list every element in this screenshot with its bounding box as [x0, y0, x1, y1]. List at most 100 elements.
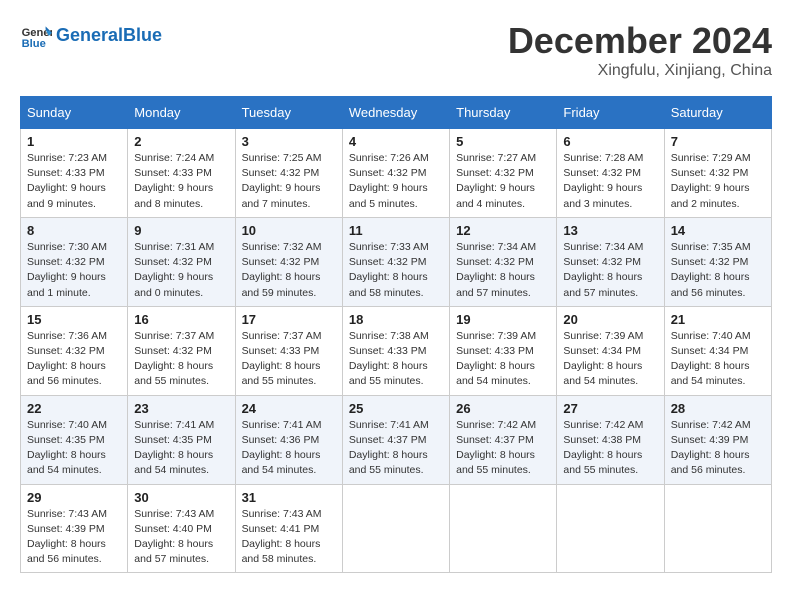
- calendar-cell: 14 Sunrise: 7:35 AMSunset: 4:32 PMDayligh…: [664, 217, 771, 306]
- day-number: 5: [456, 134, 550, 149]
- day-info: Sunrise: 7:36 AMSunset: 4:32 PMDaylight:…: [27, 329, 121, 390]
- calendar-cell: 21Sunrise: 7:40 AMSunset: 4:34 PMDayligh…: [664, 306, 771, 395]
- month-title: December 2024: [508, 20, 772, 62]
- day-number: 17: [242, 312, 336, 327]
- calendar-cell: 26 Sunrise: 7:42 AMSunset: 4:37 PMDayligh…: [450, 395, 557, 484]
- calendar-cell: [664, 484, 771, 573]
- calendar-cell: 27 Sunrise: 7:42 AMSunset: 4:38 PMDayligh…: [557, 395, 664, 484]
- calendar-cell: [557, 484, 664, 573]
- day-number: 11: [349, 223, 443, 238]
- day-info: Sunrise: 7:38 AMSunset: 4:33 PMDaylight:…: [349, 329, 443, 390]
- logo-blue: Blue: [123, 25, 162, 45]
- calendar-cell: 8 Sunrise: 7:30 AMSunset: 4:32 PMDaylight…: [21, 217, 128, 306]
- weekday-header-monday: Monday: [128, 97, 235, 129]
- day-info: Sunrise: 7:42 AMSunset: 4:38 PMDaylight:…: [563, 418, 657, 479]
- calendar-cell: 22 Sunrise: 7:40 AMSunset: 4:35 PMDayligh…: [21, 395, 128, 484]
- location: Xingfulu, Xinjiang, China: [508, 62, 772, 80]
- day-number: 2: [134, 134, 228, 149]
- logo-icon: General Blue: [20, 20, 52, 52]
- day-info: Sunrise: 7:35 AMSunset: 4:32 PMDaylight:…: [671, 240, 765, 301]
- day-info: Sunrise: 7:42 AMSunset: 4:37 PMDaylight:…: [456, 418, 550, 479]
- day-number: 22: [27, 401, 121, 416]
- calendar-cell: 19Sunrise: 7:39 AMSunset: 4:33 PMDayligh…: [450, 306, 557, 395]
- calendar-cell: 5 Sunrise: 7:27 AMSunset: 4:32 PMDaylight…: [450, 129, 557, 218]
- day-number: 20: [563, 312, 657, 327]
- weekday-header-saturday: Saturday: [664, 97, 771, 129]
- weekday-header-tuesday: Tuesday: [235, 97, 342, 129]
- day-info: Sunrise: 7:43 AMSunset: 4:41 PMDaylight:…: [242, 507, 336, 568]
- day-number: 3: [242, 134, 336, 149]
- day-info: Sunrise: 7:28 AMSunset: 4:32 PMDaylight:…: [563, 151, 657, 212]
- day-info: Sunrise: 7:43 AMSunset: 4:40 PMDaylight:…: [134, 507, 228, 568]
- day-number: 7: [671, 134, 765, 149]
- title-section: December 2024 Xingfulu, Xinjiang, China: [508, 20, 772, 80]
- day-number: 30: [134, 490, 228, 505]
- calendar-cell: 29Sunrise: 7:43 AMSunset: 4:39 PMDayligh…: [21, 484, 128, 573]
- day-info: Sunrise: 7:39 AMSunset: 4:34 PMDaylight:…: [563, 329, 657, 390]
- day-number: 26: [456, 401, 550, 416]
- day-info: Sunrise: 7:37 AMSunset: 4:33 PMDaylight:…: [242, 329, 336, 390]
- calendar-cell: 9 Sunrise: 7:31 AMSunset: 4:32 PMDaylight…: [128, 217, 235, 306]
- day-info: Sunrise: 7:31 AMSunset: 4:32 PMDaylight:…: [134, 240, 228, 301]
- day-number: 23: [134, 401, 228, 416]
- logo-general: General: [56, 25, 123, 45]
- day-info: Sunrise: 7:34 AMSunset: 4:32 PMDaylight:…: [456, 240, 550, 301]
- day-number: 6: [563, 134, 657, 149]
- calendar-cell: 24 Sunrise: 7:41 AMSunset: 4:36 PMDayligh…: [235, 395, 342, 484]
- day-info: Sunrise: 7:40 AMSunset: 4:35 PMDaylight:…: [27, 418, 121, 479]
- day-number: 1: [27, 134, 121, 149]
- day-number: 28: [671, 401, 765, 416]
- calendar-cell: 1 Sunrise: 7:23 AMSunset: 4:33 PMDaylight…: [21, 129, 128, 218]
- day-info: Sunrise: 7:32 AMSunset: 4:32 PMDaylight:…: [242, 240, 336, 301]
- day-number: 14: [671, 223, 765, 238]
- day-number: 25: [349, 401, 443, 416]
- day-info: Sunrise: 7:23 AMSunset: 4:33 PMDaylight:…: [27, 151, 121, 212]
- day-info: Sunrise: 7:40 AMSunset: 4:34 PMDaylight:…: [671, 329, 765, 390]
- calendar-week-row: 1 Sunrise: 7:23 AMSunset: 4:33 PMDaylight…: [21, 129, 772, 218]
- calendar-cell: 23Sunrise: 7:41 AMSunset: 4:35 PMDayligh…: [128, 395, 235, 484]
- page-header: General Blue GeneralBlue December 2024 X…: [20, 20, 772, 80]
- day-number: 24: [242, 401, 336, 416]
- day-info: Sunrise: 7:25 AMSunset: 4:32 PMDaylight:…: [242, 151, 336, 212]
- day-info: Sunrise: 7:41 AMSunset: 4:36 PMDaylight:…: [242, 418, 336, 479]
- calendar-cell: 2 Sunrise: 7:24 AMSunset: 4:33 PMDaylight…: [128, 129, 235, 218]
- calendar-cell: 15Sunrise: 7:36 AMSunset: 4:32 PMDayligh…: [21, 306, 128, 395]
- calendar-cell: 12 Sunrise: 7:34 AMSunset: 4:32 PMDayligh…: [450, 217, 557, 306]
- calendar-cell: 25Sunrise: 7:41 AMSunset: 4:37 PMDayligh…: [342, 395, 449, 484]
- day-number: 12: [456, 223, 550, 238]
- calendar-table: SundayMondayTuesdayWednesdayThursdayFrid…: [20, 96, 772, 573]
- day-info: Sunrise: 7:39 AMSunset: 4:33 PMDaylight:…: [456, 329, 550, 390]
- day-number: 29: [27, 490, 121, 505]
- day-info: Sunrise: 7:30 AMSunset: 4:32 PMDaylight:…: [27, 240, 121, 301]
- calendar-cell: 10Sunrise: 7:32 AMSunset: 4:32 PMDayligh…: [235, 217, 342, 306]
- day-number: 31: [242, 490, 336, 505]
- svg-text:Blue: Blue: [22, 38, 46, 50]
- day-number: 16: [134, 312, 228, 327]
- calendar-cell: 13Sunrise: 7:34 AMSunset: 4:32 PMDayligh…: [557, 217, 664, 306]
- calendar-cell: 30 Sunrise: 7:43 AMSunset: 4:40 PMDayligh…: [128, 484, 235, 573]
- day-number: 9: [134, 223, 228, 238]
- day-info: Sunrise: 7:29 AMSunset: 4:32 PMDaylight:…: [671, 151, 765, 212]
- weekday-header-wednesday: Wednesday: [342, 97, 449, 129]
- day-info: Sunrise: 7:24 AMSunset: 4:33 PMDaylight:…: [134, 151, 228, 212]
- calendar-week-row: 8 Sunrise: 7:30 AMSunset: 4:32 PMDaylight…: [21, 217, 772, 306]
- day-number: 8: [27, 223, 121, 238]
- day-info: Sunrise: 7:37 AMSunset: 4:32 PMDaylight:…: [134, 329, 228, 390]
- calendar-cell: [342, 484, 449, 573]
- weekday-header-friday: Friday: [557, 97, 664, 129]
- calendar-cell: 16 Sunrise: 7:37 AMSunset: 4:32 PMDayligh…: [128, 306, 235, 395]
- calendar-week-row: 29Sunrise: 7:43 AMSunset: 4:39 PMDayligh…: [21, 484, 772, 573]
- calendar-cell: 7 Sunrise: 7:29 AMSunset: 4:32 PMDaylight…: [664, 129, 771, 218]
- weekday-header-sunday: Sunday: [21, 97, 128, 129]
- day-number: 4: [349, 134, 443, 149]
- calendar-cell: 31 Sunrise: 7:43 AMSunset: 4:41 PMDayligh…: [235, 484, 342, 573]
- day-info: Sunrise: 7:26 AMSunset: 4:32 PMDaylight:…: [349, 151, 443, 212]
- calendar-cell: 11Sunrise: 7:33 AMSunset: 4:32 PMDayligh…: [342, 217, 449, 306]
- calendar-cell: 28Sunrise: 7:42 AMSunset: 4:39 PMDayligh…: [664, 395, 771, 484]
- calendar-week-row: 15Sunrise: 7:36 AMSunset: 4:32 PMDayligh…: [21, 306, 772, 395]
- logo: General Blue GeneralBlue: [20, 20, 162, 52]
- day-number: 27: [563, 401, 657, 416]
- weekday-header-thursday: Thursday: [450, 97, 557, 129]
- day-info: Sunrise: 7:27 AMSunset: 4:32 PMDaylight:…: [456, 151, 550, 212]
- calendar-cell: 17 Sunrise: 7:37 AMSunset: 4:33 PMDayligh…: [235, 306, 342, 395]
